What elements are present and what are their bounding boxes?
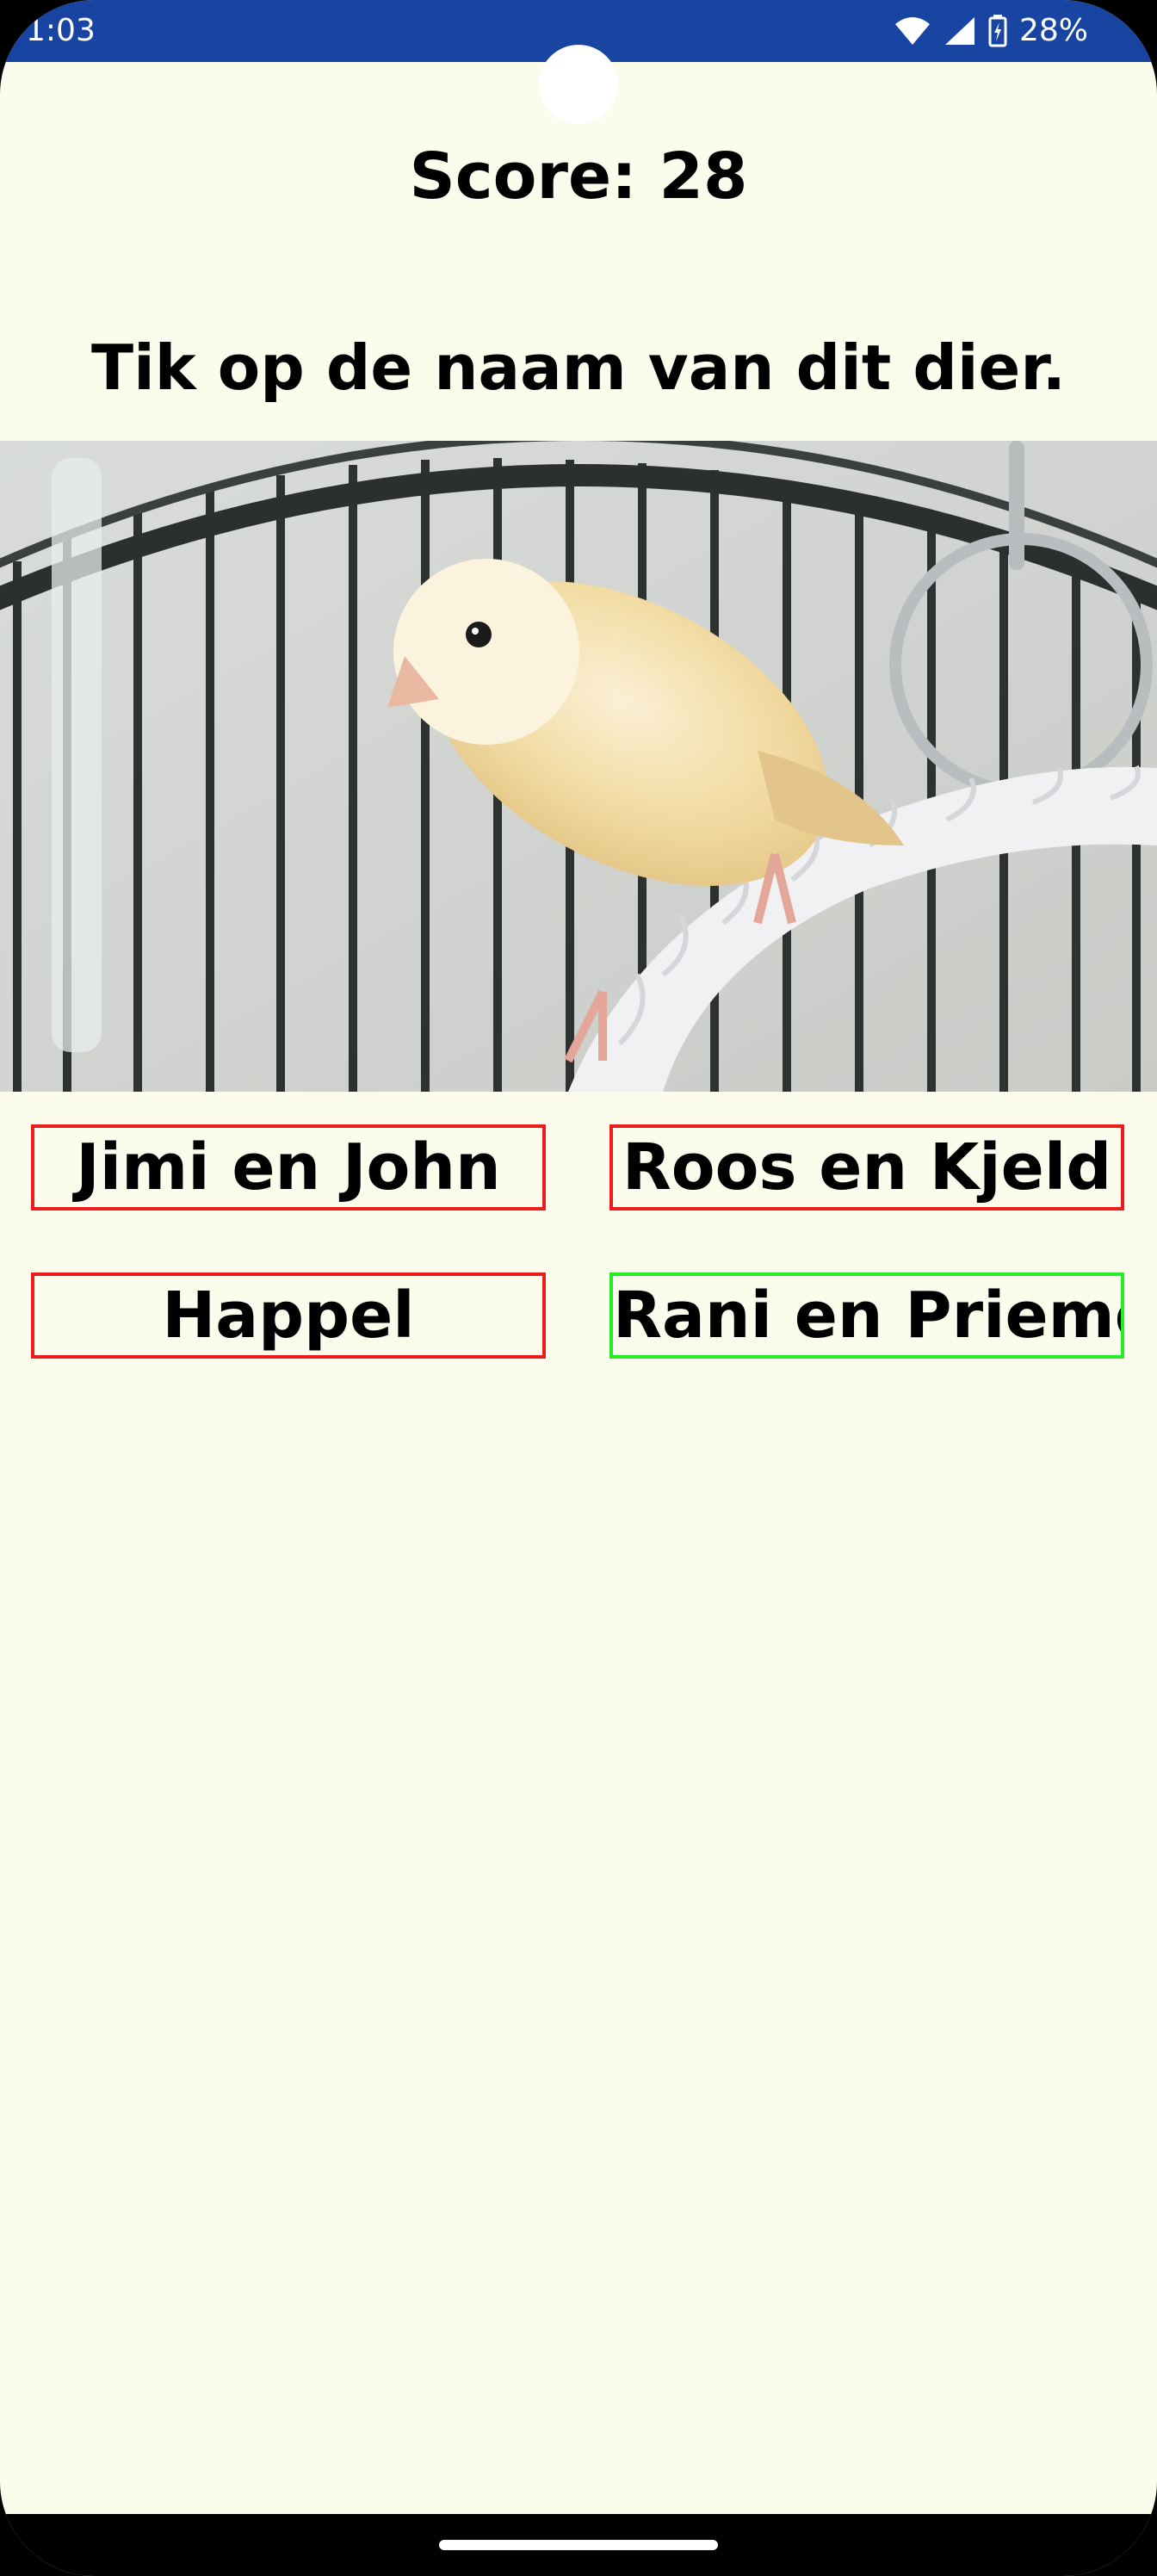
battery-charging-icon: [988, 15, 1007, 47]
answer-button-2[interactable]: Roos en Kjeld: [609, 1124, 1124, 1211]
animal-photo: [0, 441, 1157, 1092]
answer-button-1[interactable]: Jimi en John: [31, 1124, 546, 1211]
status-time: 1:03: [26, 13, 96, 48]
app-screen: 1:03 28% Score: 28 Tik op de naam van di…: [0, 0, 1157, 2576]
answer-button-3[interactable]: Happel: [31, 1273, 546, 1359]
answer-button-4[interactable]: Rani en Priemo: [609, 1273, 1124, 1359]
home-gesture-handle[interactable]: [439, 2540, 718, 2550]
instruction-text: Tik op de naam van dit dier.: [91, 331, 1066, 404]
signal-icon: [944, 15, 976, 46]
score-label: Score: 28: [409, 139, 748, 214]
status-icons: 28%: [894, 10, 1088, 52]
camera-cutout: [539, 45, 618, 124]
wifi-icon: [894, 15, 931, 46]
battery-percentage: 28%: [1018, 13, 1088, 48]
